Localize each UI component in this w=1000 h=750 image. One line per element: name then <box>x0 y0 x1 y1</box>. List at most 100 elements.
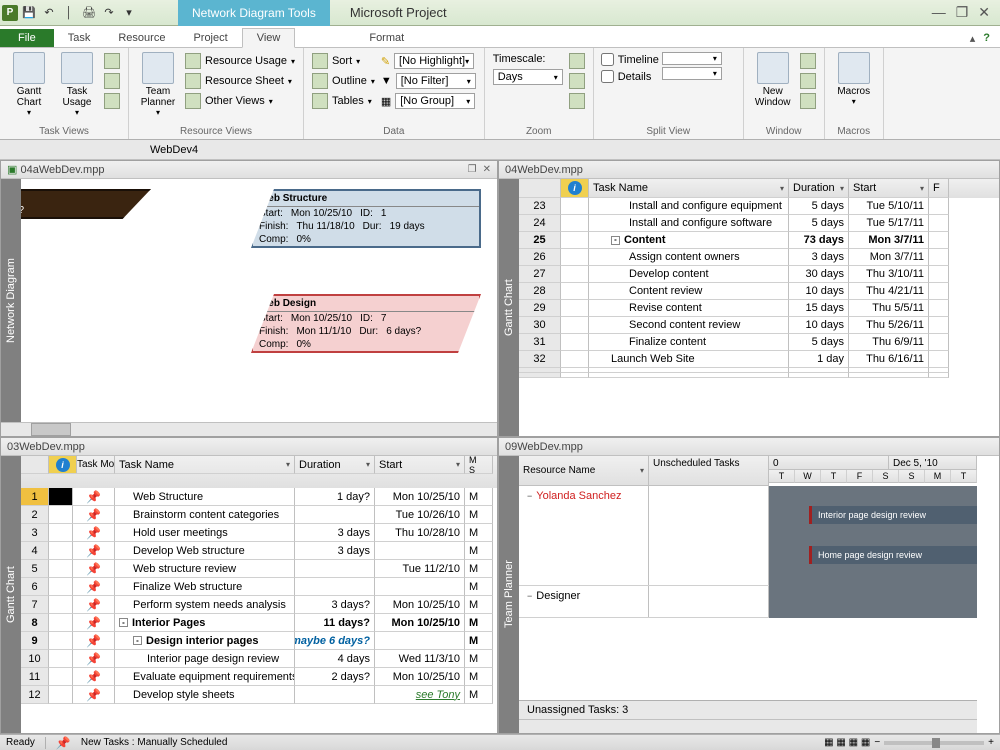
table-row[interactable]: 23Install and configure equipment5 daysT… <box>519 198 999 215</box>
resource-usage-item[interactable]: Resource Usage▾ <box>183 52 297 70</box>
other-taskview-mini[interactable] <box>102 92 122 110</box>
calendar-mini[interactable] <box>102 72 122 90</box>
selected-tasks-item[interactable] <box>567 92 587 110</box>
arrange-all-item[interactable] <box>798 72 818 90</box>
col-task-name[interactable]: Task Name▾ <box>589 179 789 198</box>
macros-button[interactable]: Macros▾ <box>831 50 877 106</box>
col-resource-name[interactable]: Resource Name▾ <box>519 456 649 486</box>
pane-close-icon[interactable]: ✕ <box>483 164 491 175</box>
zoom-in-icon[interactable]: + <box>988 737 994 748</box>
highlight-combo[interactable]: ✎[No Highlight]▾ <box>379 52 478 70</box>
undo-icon[interactable]: ↶ <box>40 4 58 22</box>
entire-project-item[interactable] <box>567 72 587 90</box>
team-planner-button[interactable]: Team Planner▾ <box>135 50 181 117</box>
scrollbar[interactable] <box>1 422 497 436</box>
table-row[interactable]: 24Install and configure software5 daysTu… <box>519 215 999 232</box>
table-row[interactable]: 26Assign content owners3 daysMon 3/7/11 <box>519 249 999 266</box>
table-row[interactable]: 12📌Develop style sheetssee TonyM <box>21 686 497 704</box>
table-row[interactable]: 4📌Develop Web structure3 daysM <box>21 542 497 560</box>
task-bar[interactable]: Home page design review <box>809 546 977 564</box>
redo-icon[interactable]: ↷ <box>100 4 118 22</box>
outline-item[interactable]: Outline▾ <box>310 72 377 90</box>
task-table[interactable]: i Task Name▾ Duration▾ Start▾ F 23Instal… <box>519 179 999 436</box>
hide-item[interactable] <box>798 92 818 110</box>
col-task-name[interactable]: Task Name▾ <box>115 456 295 474</box>
new-window-button[interactable]: New Window <box>750 50 796 108</box>
details-checkbox[interactable]: Details <box>600 69 660 84</box>
context-tab-network-diagram[interactable]: Network Diagram Tools <box>178 0 330 26</box>
table-row[interactable]: 8📌-Interior Pages11 days?Mon 10/25/10M <box>21 614 497 632</box>
unassigned-tasks[interactable]: Unassigned Tasks: 3 <box>519 700 977 719</box>
filter-combo[interactable]: ▼[No Filter]▾ <box>379 72 478 90</box>
zoom-slider[interactable]: ▦ ▦ ▦ ▦ − + <box>824 737 994 748</box>
other-views-item[interactable]: Other Views▾ <box>183 92 297 110</box>
print-icon[interactable]: 🖨 <box>80 4 98 22</box>
resource-row[interactable]: −Designer <box>519 586 769 618</box>
scrollbar[interactable] <box>519 719 977 733</box>
table-row[interactable]: 3📌Hold user meetings3 daysThu 10/28/10M <box>21 524 497 542</box>
sort-item[interactable]: Sort▾ <box>310 52 377 70</box>
team-timeline[interactable]: 0 Dec 5, '10 TWTFSSMT Interior page desi… <box>769 456 977 700</box>
table-row[interactable]: 10📌Interior page design review4 daysWed … <box>21 650 497 668</box>
node-summary[interactable]: D: 0 ur: 26 days? <box>21 189 151 219</box>
tab-format[interactable]: Format <box>355 29 418 47</box>
table-row[interactable]: 25-Content73 daysMon 3/7/11 <box>519 232 999 249</box>
tab-file[interactable]: File <box>0 29 54 47</box>
group-combo[interactable]: ▦[No Group]▾ <box>379 92 478 110</box>
expand-icon[interactable]: − <box>527 491 532 501</box>
col-finish[interactable]: F <box>929 179 949 198</box>
expand-icon[interactable]: − <box>527 591 532 601</box>
tab-resource[interactable]: Resource <box>104 29 179 47</box>
help-icon[interactable]: ? <box>983 32 990 45</box>
pane-restore-icon[interactable]: ❐ <box>468 164 477 175</box>
minimize-button[interactable]: — <box>932 4 946 21</box>
table-row[interactable]: 27Develop content30 daysThu 3/10/11 <box>519 266 999 283</box>
save-icon[interactable]: 💾 <box>20 4 38 22</box>
node-web-structure[interactable]: Web Structure Start:Mon 10/25/10ID:1 Fin… <box>251 189 481 248</box>
col-duration[interactable]: Duration▾ <box>789 179 849 198</box>
ribbon-min-icon[interactable]: ▴ <box>970 32 976 45</box>
task-bar[interactable]: Interior page design review <box>809 506 977 524</box>
node-web-design[interactable]: Web Design Start:Mon 10/25/10ID:7 Finish… <box>251 294 481 353</box>
col-duration[interactable]: Duration▾ <box>295 456 375 474</box>
zoom-item[interactable] <box>567 52 587 70</box>
table-row[interactable]: 1📌Web Structure1 day?Mon 10/25/10M <box>21 488 497 506</box>
qat-dropdown-icon[interactable]: ▾ <box>120 4 138 22</box>
details-combo[interactable]: ▾ <box>662 67 722 80</box>
col-unscheduled[interactable]: Unscheduled Tasks <box>649 456 769 486</box>
table-row[interactable]: 32Launch Web Site1 dayThu 6/16/11 <box>519 351 999 368</box>
col-task-mode[interactable]: Task Mode▾ <box>73 456 115 474</box>
table-row[interactable]: 6📌Finalize Web structureM <box>21 578 497 596</box>
maximize-button[interactable]: ❐ <box>956 4 969 21</box>
view-buttons[interactable]: ▦ ▦ ▦ ▦ <box>824 737 870 748</box>
table-row[interactable]: 30Second content review10 daysThu 5/26/1… <box>519 317 999 334</box>
table-row[interactable]: 2📌Brainstorm content categoriesTue 10/26… <box>21 506 497 524</box>
task-table[interactable]: i Task Mode▾ Task Name▾ Duration▾ Start▾… <box>21 456 497 733</box>
tab-project[interactable]: Project <box>179 29 241 47</box>
gantt-chart-button[interactable]: Gantt Chart▾ <box>6 50 52 117</box>
table-row[interactable]: 28Content review10 daysThu 4/21/11 <box>519 283 999 300</box>
table-row[interactable]: 11📌Evaluate equipment requirements2 days… <box>21 668 497 686</box>
table-row[interactable]: 5📌Web structure reviewTue 11/2/10M <box>21 560 497 578</box>
table-row[interactable]: 9📌-Design interior pagesmaybe 6 days?M <box>21 632 497 650</box>
close-button[interactable]: ✕ <box>978 4 990 21</box>
network-canvas[interactable]: D: 0 ur: 26 days? Web Structure Start:Mo… <box>21 179 497 422</box>
tables-item[interactable]: Tables▾ <box>310 92 377 110</box>
app-icon[interactable]: P <box>2 5 18 21</box>
timeline-checkbox[interactable]: Timeline <box>600 52 660 67</box>
col-start[interactable]: Start▾ <box>375 456 465 474</box>
task-usage-button[interactable]: Task Usage▾ <box>54 50 100 117</box>
tab-view[interactable]: View <box>242 28 296 48</box>
resource-sheet-item[interactable]: Resource Sheet▾ <box>183 72 297 90</box>
timeline-combo[interactable]: ▾ <box>662 52 722 65</box>
resource-row[interactable]: −Yolanda Sanchez <box>519 486 769 586</box>
col-start[interactable]: Start▾ <box>849 179 929 198</box>
table-row[interactable]: 7📌Perform system needs analysis3 days?Mo… <box>21 596 497 614</box>
switch-windows-item[interactable] <box>798 52 818 70</box>
zoom-out-icon[interactable]: − <box>874 737 880 748</box>
network-diagram-mini[interactable] <box>102 52 122 70</box>
timescale-combo[interactable]: Days▾ <box>491 68 565 86</box>
tab-task[interactable]: Task <box>54 29 105 47</box>
table-row[interactable]: 29Revise content15 daysThu 5/5/11 <box>519 300 999 317</box>
table-row[interactable]: 31Finalize content5 daysThu 6/9/11 <box>519 334 999 351</box>
